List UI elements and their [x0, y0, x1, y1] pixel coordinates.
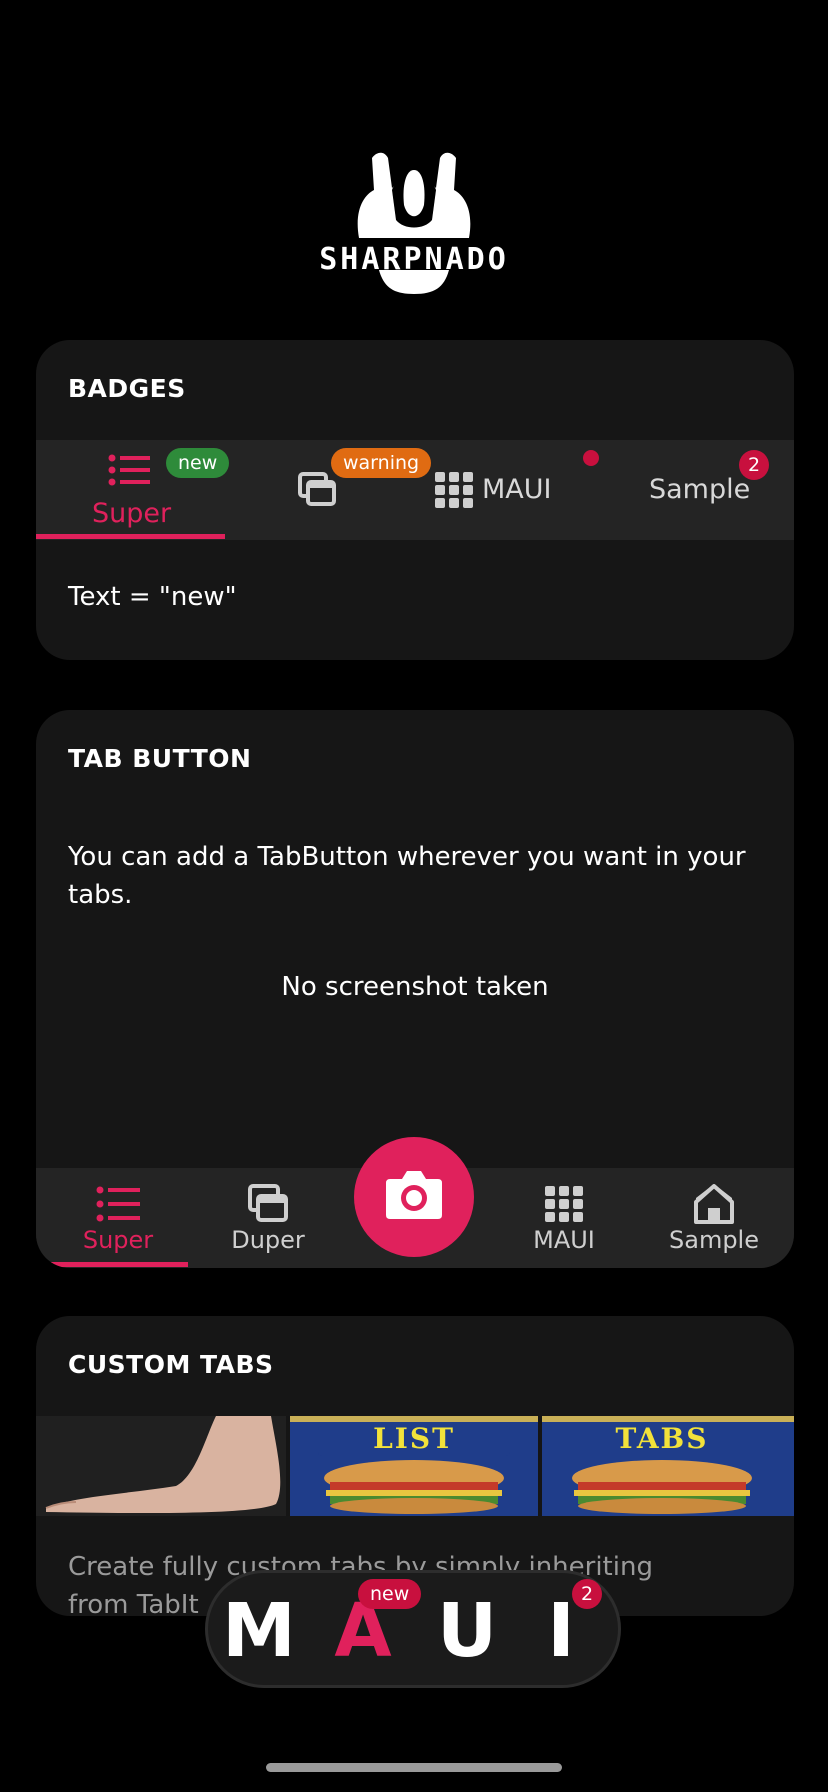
tab-button-card: TAB BUTTON You can add a TabButton where… [36, 710, 794, 1268]
foot-image[interactable] [36, 1416, 286, 1516]
screenshot-status: No screenshot taken [281, 972, 549, 1002]
list-icon [96, 1186, 140, 1222]
new-badge: new [358, 1579, 422, 1609]
grid-icon [545, 1186, 583, 1222]
shark-logo-icon [357, 152, 471, 238]
spam-list-text: LIST [373, 1422, 455, 1455]
tab2-sample-label: Sample [669, 1226, 759, 1254]
cards-icon [298, 472, 336, 506]
tab-super-label: Super [92, 498, 172, 529]
tab-button-title: TAB BUTTON [68, 744, 252, 773]
tab2-sample[interactable]: Sample [644, 1168, 784, 1268]
tab-button-description: You can add a TabButton wherever you wan… [68, 842, 746, 910]
spam-list-image[interactable]: LIST [290, 1416, 538, 1516]
tab2-super[interactable]: Super [48, 1168, 188, 1268]
tab-duper[interactable]: warning [225, 440, 432, 540]
tab2-super-label: Super [82, 1226, 154, 1254]
list-icon [108, 454, 150, 486]
cards-icon [248, 1184, 288, 1222]
tab2-maui[interactable]: MAUI [494, 1168, 634, 1268]
tab-super[interactable]: new Super [36, 440, 230, 540]
tab2-duper[interactable]: Duper [198, 1168, 338, 1268]
custom-tabs-title: CUSTOM TABS [68, 1350, 274, 1379]
badge-text-value: Text = "new" [68, 582, 237, 612]
maui-tab-bar: M A U I new 2 [205, 1570, 621, 1688]
badges-card: BADGES new Super warning MAUI Sample 2 T… [36, 340, 794, 660]
spam-tabs-image[interactable]: TABS [542, 1416, 794, 1516]
count-badge: 2 [572, 1579, 602, 1609]
tab-m[interactable]: M [214, 1591, 304, 1671]
count-badge: 2 [739, 450, 769, 480]
tab2-duper-label: Duper [231, 1226, 305, 1254]
tab-u[interactable]: U [422, 1591, 512, 1671]
dot-badge [583, 450, 599, 466]
tab2-maui-label: MAUI [533, 1226, 595, 1254]
tab-maui[interactable]: MAUI [415, 440, 605, 540]
camera-button[interactable] [354, 1137, 474, 1257]
spam-tabs-text: TABS [615, 1422, 709, 1455]
badges-title: BADGES [68, 374, 186, 403]
tab-sample-label: Sample [649, 474, 751, 505]
sharpnado-logo: SHARPNADO [264, 150, 564, 295]
tab-sample[interactable]: Sample 2 [605, 440, 794, 540]
logo-wave-icon [379, 270, 449, 294]
badges-tab-bar: new Super warning MAUI Sample 2 [36, 440, 794, 540]
selected-tab-indicator [48, 1262, 188, 1267]
selected-tab-indicator [36, 534, 225, 539]
grid-icon [435, 472, 473, 508]
tab-maui-label: MAUI [482, 474, 552, 505]
camera-icon [386, 1171, 442, 1219]
custom-tab-bar: LIST TABS [36, 1416, 794, 1516]
home-indicator[interactable] [266, 1763, 562, 1772]
house-icon [694, 1184, 734, 1224]
new-badge: new [166, 448, 230, 478]
